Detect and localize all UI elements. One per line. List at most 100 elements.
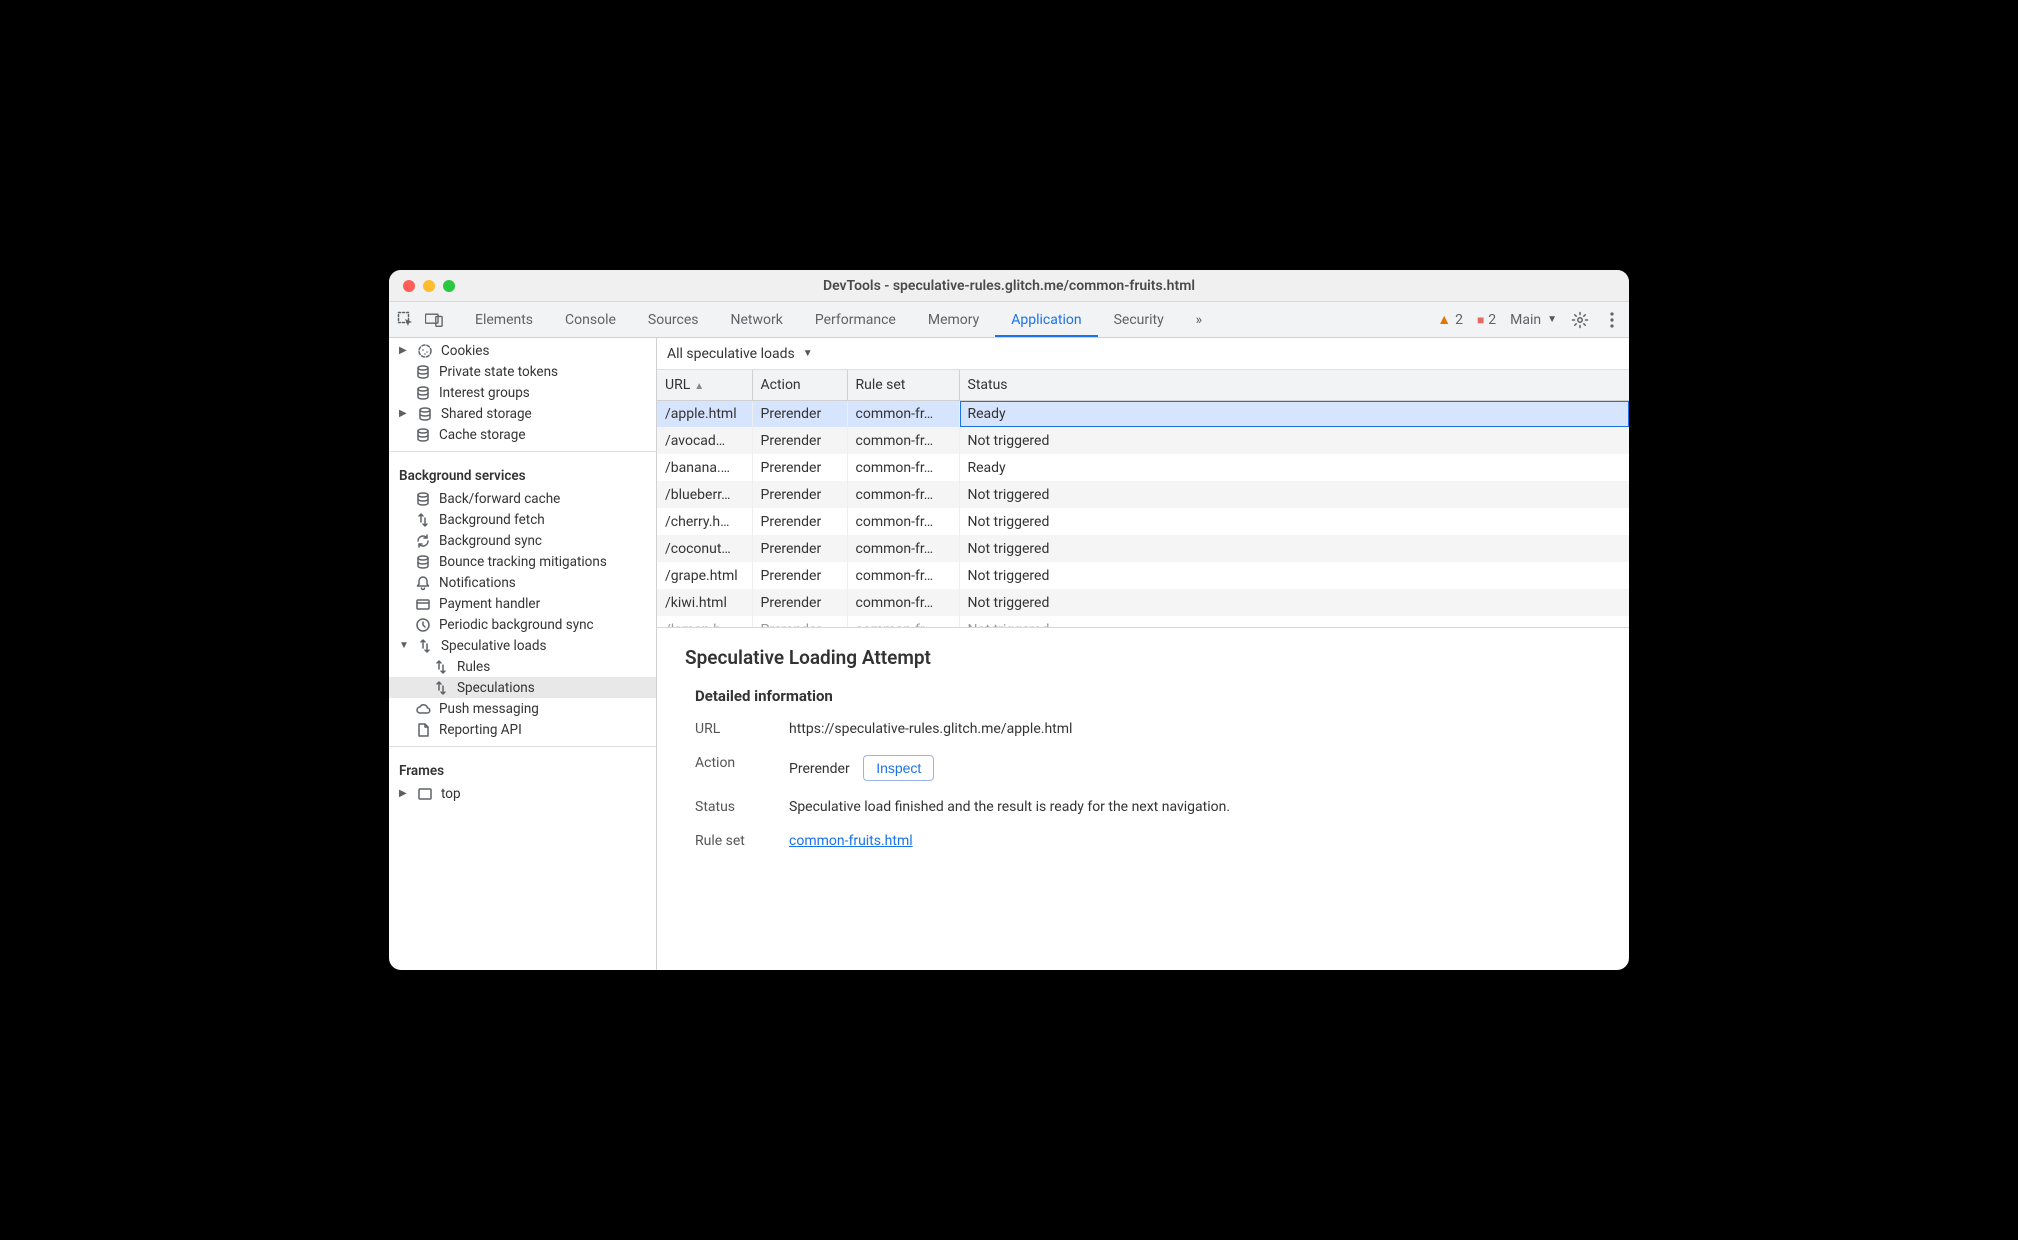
cell-ruleset: common-fr… (847, 454, 959, 481)
sidebar-item-cookies[interactable]: ▶ Cookies (389, 340, 656, 361)
tab-memory[interactable]: Memory (912, 302, 995, 337)
sidebar-item-label: Periodic background sync (439, 617, 594, 633)
cell-action: Prerender (752, 535, 847, 562)
device-toolbar-icon[interactable] (425, 311, 443, 329)
sidebar-item-label: Private state tokens (439, 364, 558, 380)
table-row[interactable]: /grape.htmlPrerendercommon-fr…Not trigge… (657, 562, 1629, 589)
table-row[interactable]: /cherry.h…Prerendercommon-fr…Not trigger… (657, 508, 1629, 535)
close-window-button[interactable] (403, 280, 415, 292)
sidebar-item-shared-storage[interactable]: ▶ Shared storage (389, 403, 656, 424)
tab-performance[interactable]: Performance (799, 302, 912, 337)
table-row[interactable]: /lemon.h…Prerendercommon-fr…Not triggere… (657, 616, 1629, 628)
sidebar-item-bounce-tracking-mitigations[interactable]: Bounce tracking mitigations (389, 551, 656, 572)
sidebar-item-label: Background fetch (439, 512, 545, 528)
sidebar-item-push-messaging[interactable]: Push messaging (389, 698, 656, 719)
inspect-button[interactable]: Inspect (863, 755, 934, 781)
table-row[interactable]: /apple.htmlPrerendercommon-fr…Ready (657, 400, 1629, 427)
column-header-action[interactable]: Action (752, 370, 847, 400)
cell-action: Prerender (752, 589, 847, 616)
detail-action-value: Prerender (789, 761, 850, 777)
sidebar-item-label: Shared storage (441, 406, 532, 422)
issues-indicator[interactable]: ■ 2 (1477, 312, 1496, 328)
tab-console[interactable]: Console (549, 302, 632, 337)
details-panel: Speculative Loading Attempt Detailed inf… (657, 628, 1629, 970)
sidebar-item-label: Payment handler (439, 596, 540, 612)
sidebar-item-label: Speculative loads (441, 638, 546, 654)
clock-icon (415, 617, 431, 633)
warnings-indicator[interactable]: ▲ 2 (1437, 311, 1463, 328)
cell-action: Prerender (752, 508, 847, 535)
sidebar-item-speculative-loads[interactable]: ▼Speculative loads (389, 635, 656, 656)
sidebar-item-periodic-background-sync[interactable]: Periodic background sync (389, 614, 656, 635)
cell-action: Prerender (752, 454, 847, 481)
sidebar-item-speculations[interactable]: Speculations (389, 677, 656, 698)
cell-status: Ready (959, 454, 1629, 481)
table-row[interactable]: /avocad…Prerendercommon-fr…Not triggered (657, 427, 1629, 454)
cell-status: Not triggered (959, 535, 1629, 562)
cloud-icon (415, 701, 431, 717)
sidebar-item-label: Cache storage (439, 427, 525, 443)
cell-ruleset: common-fr… (847, 535, 959, 562)
sidebar-item-back-forward-cache[interactable]: Back/forward cache (389, 488, 656, 509)
table-row[interactable]: /coconut…Prerendercommon-fr…Not triggere… (657, 535, 1629, 562)
sidebar-item-label: Notifications (439, 575, 516, 591)
detail-url-label: URL (695, 721, 775, 737)
table-row[interactable]: /blueberr…Prerendercommon-fr…Not trigger… (657, 481, 1629, 508)
cell-url: /banana.… (657, 454, 752, 481)
sidebar-item-payment-handler[interactable]: Payment handler (389, 593, 656, 614)
expand-arrow-icon: ▶ (399, 345, 409, 356)
main-toolbar: ElementsConsoleSourcesNetworkPerformance… (389, 302, 1629, 338)
cell-url: /kiwi.html (657, 589, 752, 616)
sidebar-item-reporting-api[interactable]: Reporting API (389, 719, 656, 740)
sidebar-item-background-sync[interactable]: Background sync (389, 530, 656, 551)
sidebar-item-label: Cookies (441, 343, 489, 359)
speculative-loads-filter-dropdown[interactable]: All speculative loads ▼ (667, 346, 813, 362)
speculations-table-wrapper[interactable]: URL▲ActionRule setStatus /apple.htmlPrer… (657, 370, 1629, 628)
sidebar-item-label: Back/forward cache (439, 491, 560, 507)
table-row[interactable]: /banana.…Prerendercommon-fr…Ready (657, 454, 1629, 481)
sidebar-item-notifications[interactable]: Notifications (389, 572, 656, 593)
expand-arrow-icon: ▶ (399, 408, 409, 419)
db-icon (415, 364, 431, 380)
cell-status: Not triggered (959, 508, 1629, 535)
zoom-window-button[interactable] (443, 280, 455, 292)
settings-gear-icon[interactable] (1571, 311, 1589, 329)
target-label: Main (1510, 312, 1541, 328)
traffic-lights (403, 280, 455, 292)
target-dropdown[interactable]: Main ▼ (1510, 312, 1557, 328)
sidebar-item-rules[interactable]: Rules (389, 656, 656, 677)
tab-elements[interactable]: Elements (459, 302, 549, 337)
sidebar-item-cache-storage[interactable]: Cache storage (389, 424, 656, 445)
sidebar-item-label: Background sync (439, 533, 542, 549)
detail-ruleset-link[interactable]: common-fruits.html (789, 833, 913, 849)
kebab-menu-icon[interactable] (1603, 311, 1621, 329)
minimize-window-button[interactable] (423, 280, 435, 292)
column-header-rule-set[interactable]: Rule set (847, 370, 959, 400)
table-row[interactable]: /kiwi.htmlPrerendercommon-fr…Not trigger… (657, 589, 1629, 616)
tab-sources[interactable]: Sources (632, 302, 715, 337)
cell-url: /apple.html (657, 400, 752, 427)
window-title: DevTools - speculative-rules.glitch.me/c… (401, 278, 1617, 294)
detail-action-label: Action (695, 755, 775, 781)
bell-icon (415, 575, 431, 591)
issues-count: 2 (1488, 312, 1496, 328)
tab-application[interactable]: Application (995, 302, 1097, 337)
tab-security[interactable]: Security (1098, 302, 1180, 337)
sidebar-item-private-state-tokens[interactable]: Private state tokens (389, 361, 656, 382)
column-header-url[interactable]: URL▲ (657, 370, 752, 400)
tabs-overflow-icon[interactable]: » (1190, 311, 1208, 329)
cell-url: /cherry.h… (657, 508, 752, 535)
cell-ruleset: common-fr… (847, 508, 959, 535)
sidebar-item-label: Speculations (457, 680, 535, 696)
sidebar-item-interest-groups[interactable]: Interest groups (389, 382, 656, 403)
chevron-down-icon: ▼ (803, 348, 813, 359)
tab-network[interactable]: Network (715, 302, 799, 337)
cell-url: /blueberr… (657, 481, 752, 508)
sidebar-item-background-fetch[interactable]: Background fetch (389, 509, 656, 530)
filter-label: All speculative loads (667, 346, 795, 362)
inspect-element-icon[interactable] (397, 311, 415, 329)
cell-action: Prerender (752, 562, 847, 589)
column-header-status[interactable]: Status (959, 370, 1629, 400)
cell-ruleset: common-fr… (847, 481, 959, 508)
sidebar-item-top[interactable]: ▶top (389, 783, 656, 804)
